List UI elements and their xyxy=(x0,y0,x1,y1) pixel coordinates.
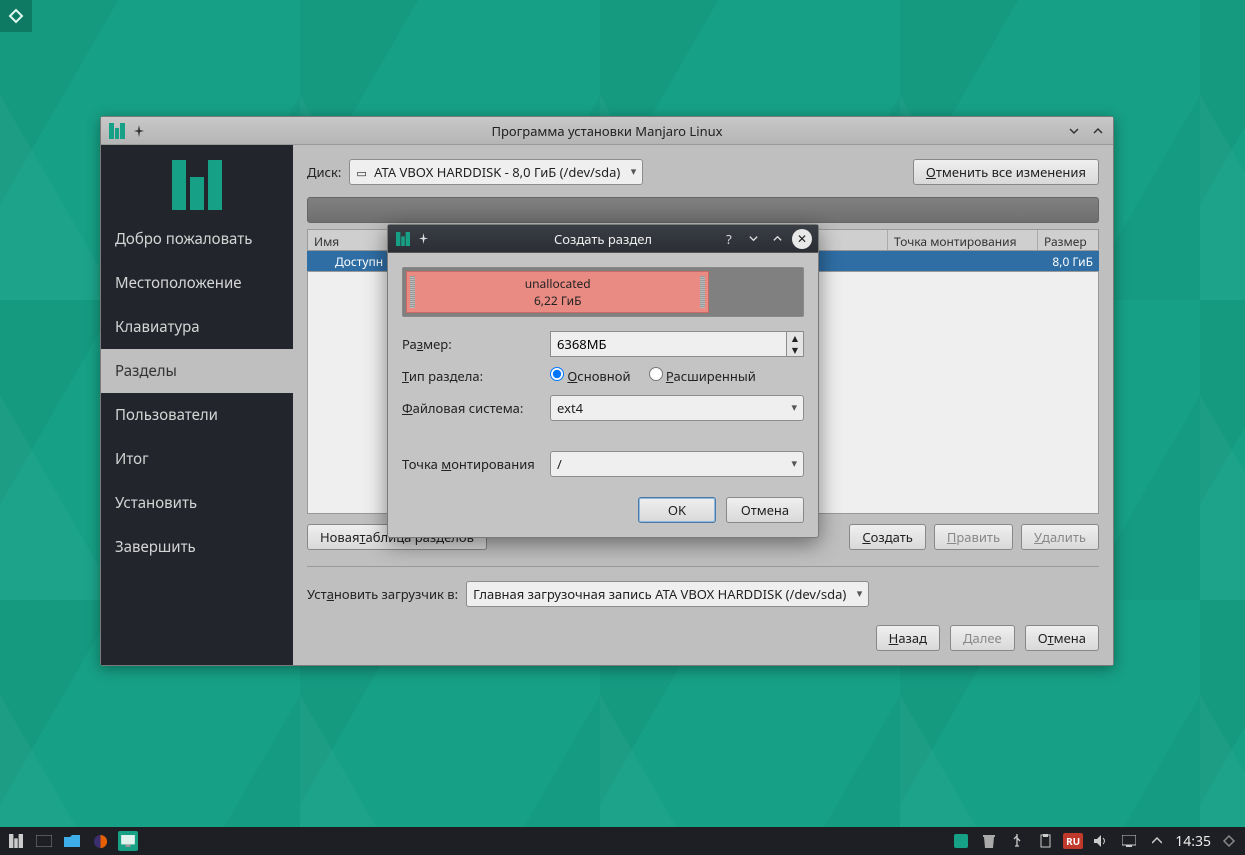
dialog-titlebar[interactable]: Создать раздел ? ✕ xyxy=(388,225,818,253)
sidebar-item-install[interactable]: Установить xyxy=(101,481,293,525)
size-spinner[interactable]: ▲▼ xyxy=(550,331,804,357)
hdd-icon: ▭ xyxy=(356,166,366,181)
tray-usb-icon[interactable] xyxy=(1007,831,1027,851)
unallocated-segment: unallocated 6,22 ГиБ xyxy=(406,271,709,313)
create-button[interactable]: Создать xyxy=(849,524,926,550)
disk-dropdown[interactable]: ▭ ATA VBOX HARDDISK - 8,0 ГиБ (/dev/sda) xyxy=(349,159,643,185)
sidebar-item-finish[interactable]: Завершить xyxy=(101,525,293,569)
fs-dropdown[interactable]: ext4 xyxy=(550,395,804,421)
virtual-desktop-icon[interactable] xyxy=(34,831,54,851)
maximize-icon[interactable] xyxy=(1089,122,1107,140)
task-installer-icon[interactable] xyxy=(118,831,138,851)
window-titlebar[interactable]: Программа установки Manjaro Linux xyxy=(101,117,1113,145)
tray-volume-icon[interactable] xyxy=(1091,831,1111,851)
fs-value: ext4 xyxy=(557,399,583,417)
tray-update-badge[interactable]: RU xyxy=(1063,833,1083,849)
sidebar-item-users[interactable]: Пользователи xyxy=(101,393,293,437)
unalloc-size: 6,22 ГиБ xyxy=(534,292,582,309)
radio-primary[interactable]: Основной xyxy=(550,367,631,385)
sidebar-item-welcome[interactable]: Добро пожаловать xyxy=(101,217,293,261)
delete-button[interactable]: Удалить xyxy=(1021,524,1099,550)
col-mount: Точка монтирования xyxy=(888,230,1038,250)
col-size: Размер xyxy=(1038,230,1098,250)
sidebar-item-summary[interactable]: Итог xyxy=(101,437,293,481)
sidebar-item-keyboard[interactable]: Клавиатура xyxy=(101,305,293,349)
tray-clipboard-icon[interactable] xyxy=(1035,831,1055,851)
max-icon[interactable] xyxy=(768,230,786,248)
sidebar-item-partitions[interactable]: Разделы xyxy=(101,349,293,393)
mount-label: Точка монтирования xyxy=(402,455,542,473)
pin-icon[interactable] xyxy=(418,233,429,244)
bootloader-value: Главная загрузочная запись ATA VBOX HARD… xyxy=(473,585,846,603)
tray-nm-icon[interactable] xyxy=(951,831,971,851)
size-input[interactable] xyxy=(550,331,786,357)
bootloader-label: Установить загрузчик в: xyxy=(307,585,458,603)
back-button[interactable]: Назад xyxy=(876,625,940,651)
help-icon[interactable]: ? xyxy=(720,230,738,248)
tray-expand-icon[interactable] xyxy=(1147,831,1167,851)
window-title: Программа установки Manjaro Linux xyxy=(101,122,1113,140)
size-label: Размер: xyxy=(402,335,542,353)
sidebar-item-location[interactable]: Местоположение xyxy=(101,261,293,305)
disk-graph xyxy=(307,197,1099,223)
taskbar-clock[interactable]: 14:35 xyxy=(1175,832,1211,851)
mount-value: / xyxy=(557,455,562,473)
tray-show-desktop-icon[interactable] xyxy=(1219,831,1239,851)
spin-down-icon[interactable]: ▼ xyxy=(787,344,803,356)
edit-button[interactable]: Править xyxy=(934,524,1013,550)
next-button[interactable]: Далее xyxy=(950,625,1015,651)
minimize-icon[interactable] xyxy=(1065,122,1083,140)
create-partition-dialog: Создать раздел ? ✕ unallocated 6,22 ГиБ … xyxy=(387,224,819,538)
fs-label: Файловая система: xyxy=(402,399,542,417)
app-launcher-button[interactable] xyxy=(0,0,32,32)
tray-network-icon[interactable] xyxy=(1119,831,1139,851)
mount-dropdown[interactable]: / xyxy=(550,451,804,477)
tray-trash-icon[interactable] xyxy=(979,831,999,851)
pin-icon[interactable] xyxy=(133,125,145,137)
disk-value: ATA VBOX HARDDISK - 8,0 ГиБ (/dev/sda) xyxy=(374,163,620,181)
sidebar-logo xyxy=(101,145,293,217)
dialog-cancel-button[interactable]: Отмена xyxy=(726,497,804,523)
file-manager-icon[interactable] xyxy=(62,831,82,851)
manjaro-icon xyxy=(396,232,410,246)
taskbar[interactable]: RU 14:35 xyxy=(0,827,1245,855)
type-label: Тип раздела: xyxy=(402,367,542,385)
radio-extended[interactable]: Расширенный xyxy=(649,367,756,385)
disk-label: Диск: xyxy=(307,163,341,181)
size-slider[interactable]: unallocated 6,22 ГиБ xyxy=(402,267,804,317)
start-menu-icon[interactable] xyxy=(6,831,26,851)
bootloader-dropdown[interactable]: Главная загрузочная запись ATA VBOX HARD… xyxy=(466,581,869,607)
installer-sidebar: Добро пожаловать Местоположение Клавиату… xyxy=(101,145,293,665)
revert-button[interactable]: Отменить все изменения xyxy=(913,159,1099,185)
manjaro-icon xyxy=(109,123,125,139)
ok-button[interactable]: OK xyxy=(638,497,716,523)
firefox-icon[interactable] xyxy=(90,831,110,851)
unalloc-label: unallocated xyxy=(525,275,591,292)
spin-up-icon[interactable]: ▲ xyxy=(787,332,803,344)
min-icon[interactable] xyxy=(744,230,762,248)
row-size: 8,0 ГиБ xyxy=(1039,251,1099,271)
launcher-icon xyxy=(8,8,24,24)
close-icon[interactable]: ✕ xyxy=(792,229,812,249)
cancel-button[interactable]: Отмена xyxy=(1025,625,1099,651)
